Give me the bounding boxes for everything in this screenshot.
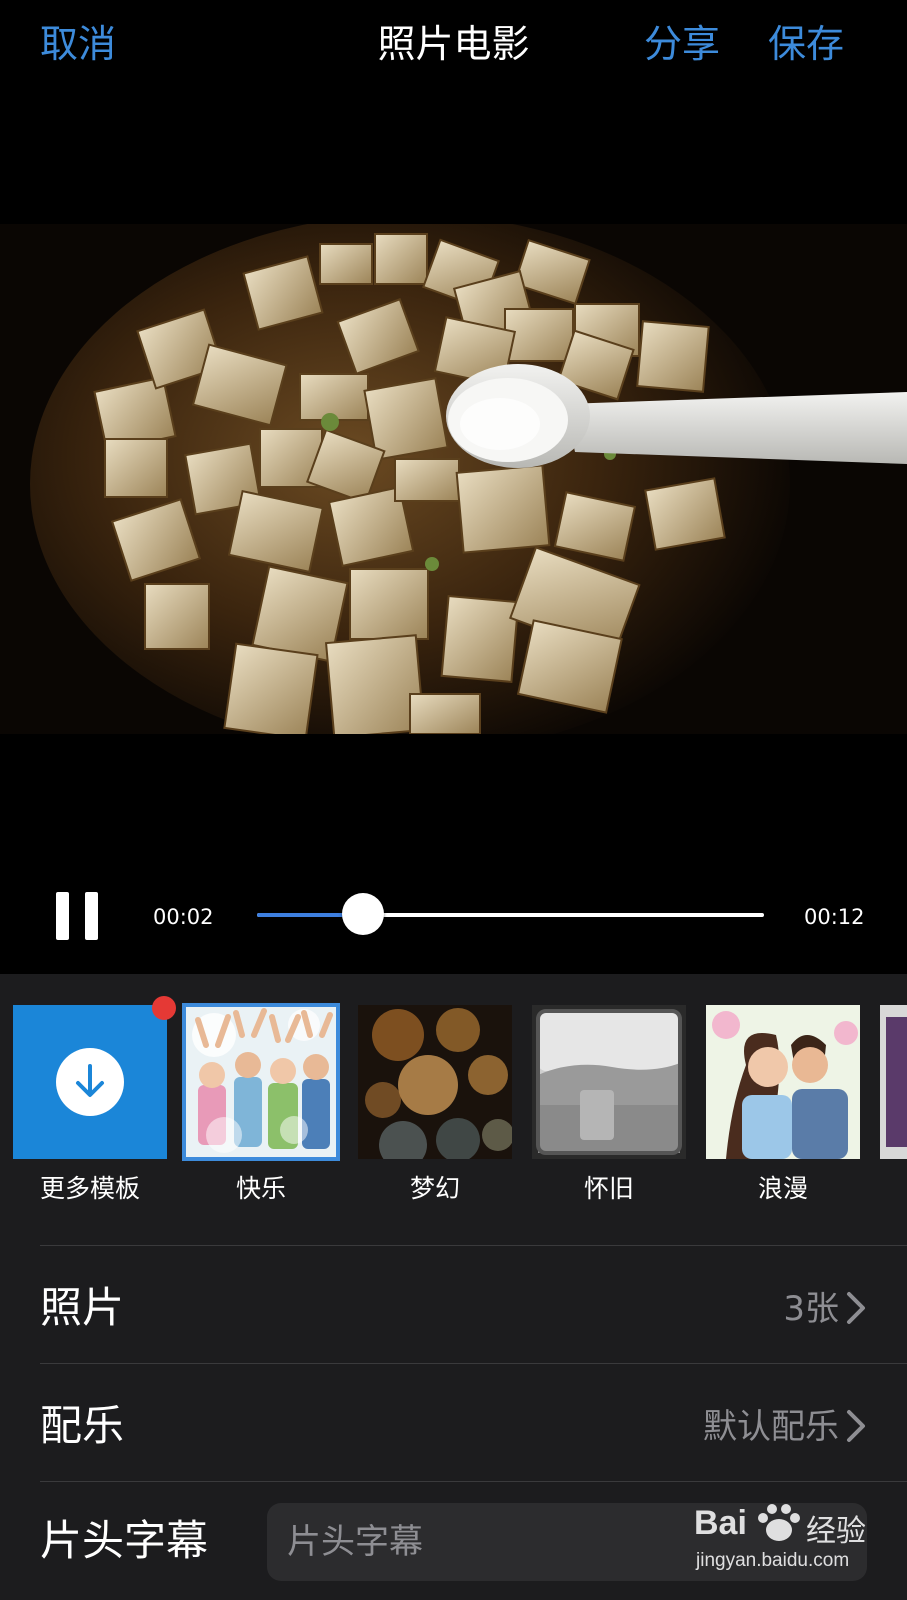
template-romantic-thumbnail [706,1005,860,1159]
download-icon [56,1048,124,1116]
template-next-partial[interactable] [880,1005,907,1159]
save-button[interactable]: 保存 [768,18,844,70]
progress-thumb[interactable] [342,893,385,935]
template-next-thumbnail [880,1005,907,1159]
music-value: 默认配乐 [703,1407,839,1447]
divider [40,1481,907,1482]
music-row[interactable]: 配乐 默认配乐 [40,1369,867,1481]
video-preview[interactable] [0,224,907,734]
watermark-brand: Bai [694,1504,747,1542]
chevron-right-icon [847,1410,865,1442]
template-dreamy-thumbnail [358,1005,512,1159]
paw-icon [758,1504,800,1541]
baidu-jingyan-watermark: Bai 经验 jingyan.baidu.com [690,1500,890,1580]
template-label-nostalgic: 怀旧 [583,1174,634,1203]
template-romantic[interactable] [706,1005,860,1159]
title-caption-label: 片头字幕 [40,1516,209,1565]
template-nostalgic-thumbnail [532,1005,686,1159]
pause-icon [56,892,69,940]
more-templates-button[interactable] [13,1005,167,1159]
photos-row[interactable]: 照片 3张 [40,1251,867,1363]
new-badge [152,996,176,1020]
watermark-url: jingyan.baidu.com [696,1550,850,1571]
template-happy[interactable] [182,1003,340,1161]
template-happy-thumbnail [184,1005,338,1159]
watermark-brand2: 经验 [806,1515,866,1548]
music-label: 配乐 [40,1401,125,1450]
chevron-right-icon [847,1292,865,1324]
progress-slider[interactable] [257,893,764,935]
divider [40,1245,907,1246]
photos-label: 照片 [40,1283,125,1332]
pause-button[interactable] [56,892,98,940]
template-dreamy[interactable] [358,1005,512,1159]
template-label-happy: 快乐 [235,1174,286,1203]
template-label-more: 更多模板 [39,1174,140,1203]
share-button[interactable]: 分享 [644,18,720,70]
template-label-romantic: 浪漫 [757,1174,808,1203]
photos-count: 3张 [783,1289,839,1329]
template-nostalgic[interactable] [532,1005,686,1159]
template-label-dreamy: 梦幻 [409,1174,460,1203]
top-nav-bar: 取消 照片电影 分享 保存 [0,0,907,90]
video-frame-image [0,224,907,734]
pause-icon-bar [85,892,98,940]
total-time: 00:12 [804,905,865,929]
divider [40,1363,907,1364]
current-time: 00:02 [153,905,214,929]
